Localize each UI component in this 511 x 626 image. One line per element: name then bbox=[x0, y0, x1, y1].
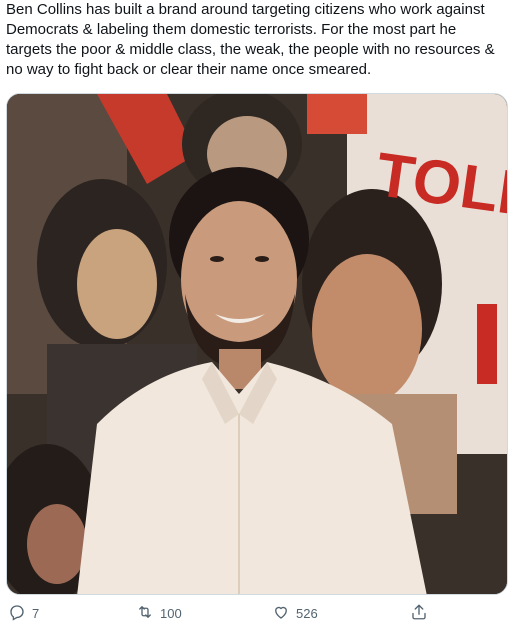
share-icon bbox=[410, 603, 428, 624]
retweet-icon bbox=[136, 603, 154, 624]
reply-button[interactable]: 7 bbox=[8, 603, 39, 624]
retweet-count: 100 bbox=[160, 606, 182, 621]
tweet-photo[interactable]: TOLE bbox=[6, 93, 508, 595]
like-count: 526 bbox=[296, 606, 318, 621]
like-icon bbox=[272, 603, 290, 624]
reply-icon bbox=[8, 603, 26, 624]
share-button[interactable] bbox=[410, 603, 428, 624]
like-button[interactable]: 526 bbox=[272, 603, 318, 624]
tweet-actions: 7 100 526 bbox=[0, 603, 511, 625]
reply-count: 7 bbox=[32, 606, 40, 621]
tweet-text: Ben Collins has built a brand around tar… bbox=[6, 1, 495, 78]
photo-illustration: TOLE bbox=[7, 94, 507, 594]
retweet-button[interactable]: 100 bbox=[136, 603, 182, 624]
